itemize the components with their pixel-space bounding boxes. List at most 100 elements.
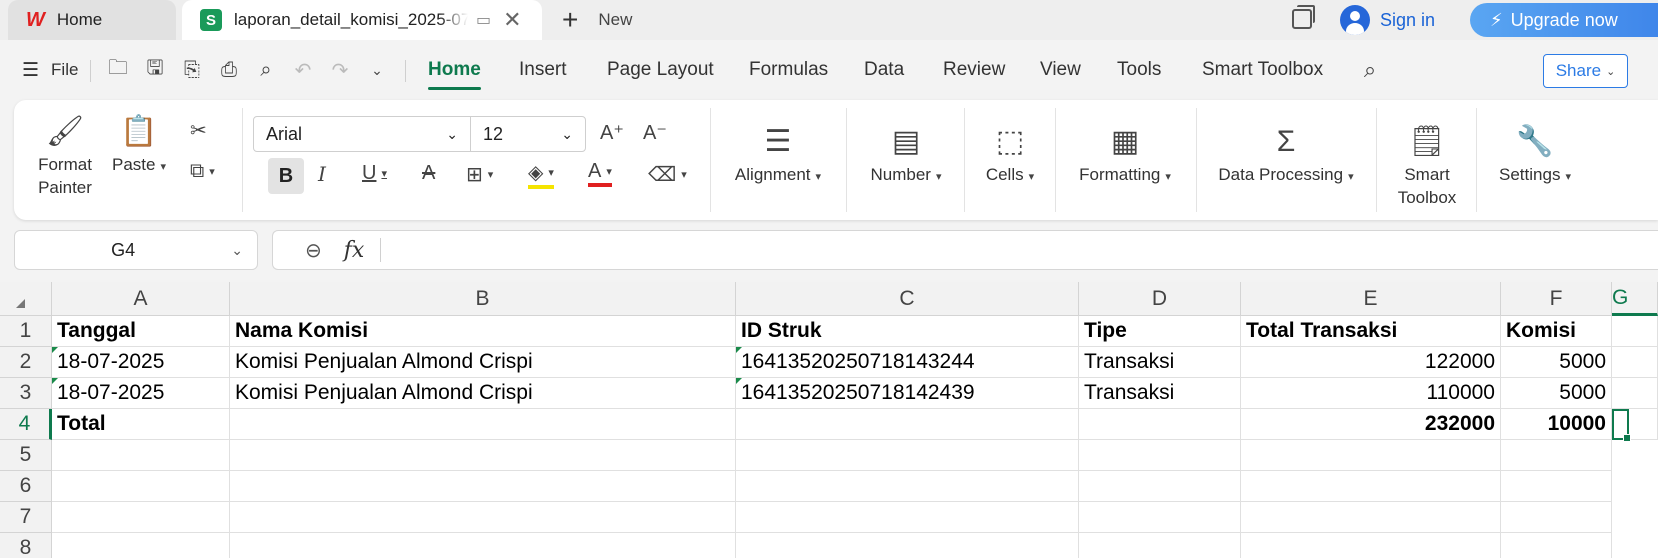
eraser-icon[interactable]: ⌫ ▾ <box>648 162 687 187</box>
undo-icon[interactable]: ↶ <box>291 58 315 82</box>
cell-d5[interactable] <box>1079 440 1241 471</box>
open-folder-icon[interactable]: 🗀 <box>106 57 130 82</box>
cell-a2[interactable]: 18-07-2025 <box>52 347 230 378</box>
row-header-4[interactable]: 4 <box>0 409 52 440</box>
column-header-e[interactable]: E <box>1241 282 1501 316</box>
cell-f5[interactable] <box>1501 440 1612 471</box>
format-painter-button[interactable]: 🖌 Format Painter <box>30 110 100 200</box>
menu-home[interactable]: Home <box>428 48 481 92</box>
menu-data[interactable]: Data <box>864 48 904 92</box>
cell-c3[interactable]: 16413520250718142439 <box>736 378 1079 409</box>
cell-e2[interactable]: 122000 <box>1241 347 1501 378</box>
cell-d1[interactable]: Tipe <box>1079 316 1241 347</box>
paste-button[interactable]: 📋 Paste ▾ <box>110 110 168 177</box>
cell-b3[interactable]: Komisi Penjualan Almond Crispi <box>230 378 736 409</box>
search-icon[interactable]: ⌕ <box>1358 57 1382 82</box>
select-all-corner[interactable] <box>0 282 52 316</box>
name-box[interactable]: G4 ⌄ <box>14 230 258 270</box>
cell-b1[interactable]: Nama Komisi <box>230 316 736 347</box>
cell-a1[interactable]: Tanggal <box>52 316 230 347</box>
font-color-icon[interactable]: A ▾ <box>588 160 612 187</box>
active-cell-selection[interactable] <box>1612 409 1631 442</box>
cell-c4[interactable] <box>736 409 1079 440</box>
cell-f1[interactable]: Komisi <box>1501 316 1612 347</box>
sign-in-button[interactable]: Sign in <box>1340 4 1435 36</box>
menu-formulas[interactable]: Formulas <box>749 48 828 92</box>
cell-f6[interactable] <box>1501 471 1612 502</box>
bold-button[interactable]: B <box>268 158 304 194</box>
data-processing-button[interactable]: Σ Data Processing ▾ <box>1212 120 1360 187</box>
print-preview-icon[interactable]: ⌕ <box>254 58 278 82</box>
cell-d4[interactable] <box>1079 409 1241 440</box>
zoom-icon[interactable]: ⊖ <box>305 238 322 263</box>
fill-color-icon[interactable]: ◈ ▾ <box>528 160 554 189</box>
strikethrough-icon[interactable]: A <box>422 162 435 185</box>
cell-a5[interactable] <box>52 440 230 471</box>
cell-c7[interactable] <box>736 502 1079 533</box>
cell-e4[interactable]: 232000 <box>1241 409 1501 440</box>
chevron-down-icon[interactable]: ⌄ <box>231 242 243 259</box>
column-header-f[interactable]: F <box>1501 282 1612 316</box>
cell-e8[interactable] <box>1241 533 1501 558</box>
new-tab-button[interactable]: + New <box>562 0 632 40</box>
row-header-2[interactable]: 2 <box>0 347 52 378</box>
cell-e3[interactable]: 110000 <box>1241 378 1501 409</box>
menu-tools[interactable]: Tools <box>1117 48 1161 92</box>
row-header-7[interactable]: 7 <box>0 502 52 533</box>
underline-icon[interactable]: U ▾ <box>362 162 387 185</box>
fx-icon[interactable]: fx <box>344 238 365 263</box>
column-header-a[interactable]: A <box>52 282 230 316</box>
spreadsheet-grid[interactable]: A B C D E F G 1 2 3 4 5 6 7 8 Tanggal Na… <box>0 282 1658 558</box>
cell-b2[interactable]: Komisi Penjualan Almond Crispi <box>230 347 736 378</box>
chevron-down-icon[interactable]: ⌄ <box>365 58 389 82</box>
column-header-b[interactable]: B <box>230 282 736 316</box>
export-icon[interactable]: ⎘ <box>180 58 204 82</box>
cell-e5[interactable] <box>1241 440 1501 471</box>
formula-bar[interactable]: ⊖ fx <box>272 230 1658 270</box>
row-header-6[interactable]: 6 <box>0 471 52 502</box>
cell-e7[interactable] <box>1241 502 1501 533</box>
redo-icon[interactable]: ↷ <box>328 58 352 82</box>
menu-smart-toolbox[interactable]: Smart Toolbox <box>1202 48 1323 92</box>
column-header-d[interactable]: D <box>1079 282 1241 316</box>
menu-page-layout[interactable]: Page Layout <box>607 48 714 92</box>
tab-document[interactable]: S laporan_detail_komisi_2025-07-18 ▭ ✕ <box>182 0 542 40</box>
cell-c8[interactable] <box>736 533 1079 558</box>
cell-b7[interactable] <box>230 502 736 533</box>
formatting-button[interactable]: ▦ Formatting ▾ <box>1072 120 1178 187</box>
font-name-select[interactable]: Arial ⌄ <box>253 116 471 152</box>
cell-g3[interactable] <box>1612 378 1658 409</box>
window-restore-icon[interactable] <box>1292 5 1315 29</box>
cell-d3[interactable]: Transaksi <box>1079 378 1241 409</box>
italic-icon[interactable]: I <box>318 162 326 186</box>
cell-f7[interactable] <box>1501 502 1612 533</box>
cut-icon[interactable]: ✂ <box>190 118 207 143</box>
alignment-button[interactable]: ☰ Alignment ▾ <box>728 120 828 187</box>
cells-button[interactable]: ⬚ Cells ▾ <box>978 120 1042 187</box>
cell-b8[interactable] <box>230 533 736 558</box>
print-icon[interactable]: ⎙ <box>217 58 241 82</box>
cell-f8[interactable] <box>1501 533 1612 558</box>
cell-a4[interactable]: Total <box>52 409 230 440</box>
cell-g1[interactable] <box>1612 316 1658 347</box>
cell-b5[interactable] <box>230 440 736 471</box>
cell-a7[interactable] <box>52 502 230 533</box>
tab-home[interactable]: W Home <box>8 0 176 40</box>
number-button[interactable]: ▤ Number ▾ <box>862 120 950 187</box>
cell-e1[interactable]: Total Transaksi <box>1241 316 1501 347</box>
row-header-8[interactable]: 8 <box>0 533 52 558</box>
menu-view[interactable]: View <box>1040 48 1081 92</box>
cell-c5[interactable] <box>736 440 1079 471</box>
cell-b6[interactable] <box>230 471 736 502</box>
cell-d6[interactable] <box>1079 471 1241 502</box>
menu-review[interactable]: Review <box>943 48 1005 92</box>
save-icon[interactable]: 🖫 <box>143 57 167 82</box>
increase-font-icon[interactable]: A⁺ <box>600 120 624 145</box>
cell-e6[interactable] <box>1241 471 1501 502</box>
cell-c1[interactable]: ID Struk <box>736 316 1079 347</box>
upgrade-button[interactable]: ⚡ Upgrade now <box>1470 3 1658 37</box>
copy-icon[interactable]: ⧉ ▾ <box>190 160 215 183</box>
borders-icon[interactable]: ⊞ ▾ <box>466 162 493 187</box>
cell-a6[interactable] <box>52 471 230 502</box>
cell-c6[interactable] <box>736 471 1079 502</box>
